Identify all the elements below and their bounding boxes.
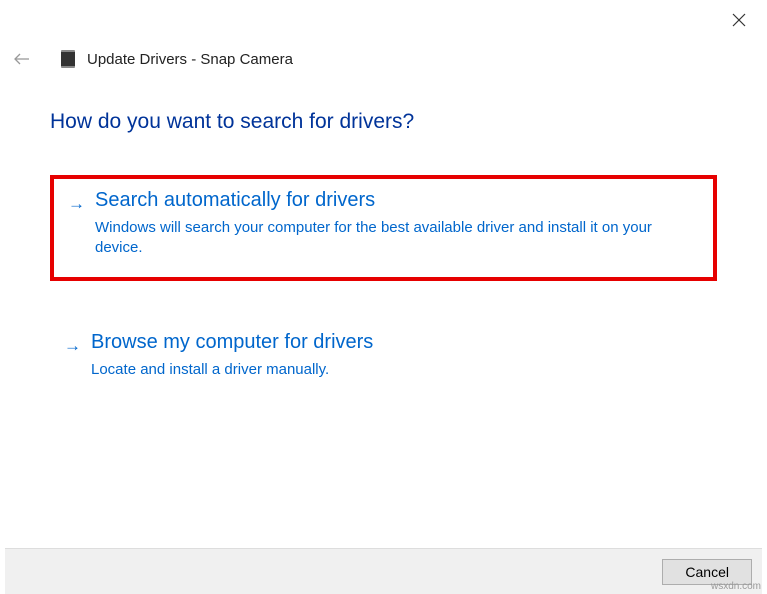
header: Update Drivers - Snap Camera xyxy=(13,50,293,68)
close-button[interactable] xyxy=(729,10,749,30)
option-browse[interactable]: → Browse my computer for drivers Locate … xyxy=(50,321,717,398)
device-icon xyxy=(61,50,75,68)
option-search-auto[interactable]: → Search automatically for drivers Windo… xyxy=(50,175,717,281)
page-heading: How do you want to search for drivers? xyxy=(50,110,414,134)
back-arrow-icon xyxy=(13,52,31,66)
option-description: Locate and install a driver manually. xyxy=(91,360,703,380)
option-title: Browse my computer for drivers xyxy=(91,331,703,354)
arrow-right-icon: → xyxy=(64,336,81,356)
window-title: Update Drivers - Snap Camera xyxy=(87,51,293,68)
option-description: Windows will search your computer for th… xyxy=(95,218,699,259)
option-content: Browse my computer for drivers Locate an… xyxy=(91,331,703,380)
back-button[interactable] xyxy=(13,52,31,66)
options-list: → Search automatically for drivers Windo… xyxy=(50,175,717,438)
option-content: Search automatically for drivers Windows… xyxy=(95,189,699,259)
footer: Cancel xyxy=(5,548,762,594)
option-title: Search automatically for drivers xyxy=(95,189,699,212)
close-icon xyxy=(732,13,746,27)
arrow-right-icon: → xyxy=(68,194,85,214)
watermark: wsxdn.com xyxy=(711,581,761,592)
